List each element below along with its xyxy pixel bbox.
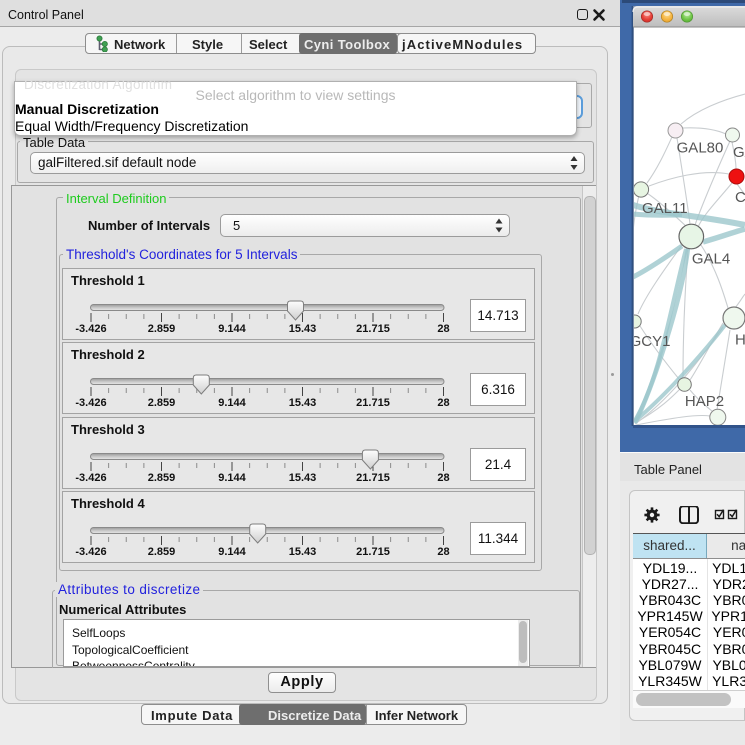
svg-text:15.43: 15.43 (289, 323, 317, 335)
svg-text:9.144: 9.144 (218, 397, 246, 409)
svg-text:28: 28 (437, 546, 449, 558)
svg-text:21.715: 21.715 (356, 472, 390, 484)
svg-text:GAL11: GAL11 (642, 200, 688, 217)
svg-text:Threshold 2: Threshold 2 (71, 347, 145, 362)
svg-text:2.859: 2.859 (148, 397, 176, 409)
svg-text:2.859: 2.859 (148, 546, 176, 558)
svg-text:Threshold 4: Threshold 4 (71, 496, 145, 511)
svg-text:9.144: 9.144 (218, 472, 246, 484)
svg-text:HAP2: HAP2 (685, 393, 724, 410)
svg-text:28: 28 (437, 472, 449, 484)
svg-text:9.144: 9.144 (218, 323, 246, 335)
svg-text:GCY1: GCY1 (630, 333, 671, 350)
svg-text:-3.426: -3.426 (75, 397, 106, 409)
svg-text:GAL80: GAL80 (677, 140, 724, 157)
svg-text:GA: GA (733, 144, 745, 161)
svg-text:15.43: 15.43 (289, 546, 317, 558)
svg-text:21.715: 21.715 (356, 546, 390, 558)
svg-text:Threshold 1: Threshold 1 (71, 273, 145, 288)
svg-text:2.859: 2.859 (148, 323, 176, 335)
svg-text:15.43: 15.43 (289, 397, 317, 409)
svg-text:21.715: 21.715 (356, 323, 390, 335)
svg-text:2.859: 2.859 (148, 472, 176, 484)
svg-text:C: C (735, 189, 745, 206)
svg-text:9.144: 9.144 (218, 546, 246, 558)
svg-text:21.715: 21.715 (356, 397, 390, 409)
svg-text:-3.426: -3.426 (75, 472, 106, 484)
svg-text:H: H (735, 332, 745, 349)
svg-text:Threshold 3: Threshold 3 (71, 422, 145, 437)
svg-text:-3.426: -3.426 (75, 546, 106, 558)
svg-text:15.43: 15.43 (289, 472, 317, 484)
svg-text:-3.426: -3.426 (75, 323, 106, 335)
svg-text:28: 28 (437, 323, 449, 335)
svg-text:GAL4: GAL4 (692, 251, 730, 268)
svg-text:28: 28 (437, 397, 449, 409)
